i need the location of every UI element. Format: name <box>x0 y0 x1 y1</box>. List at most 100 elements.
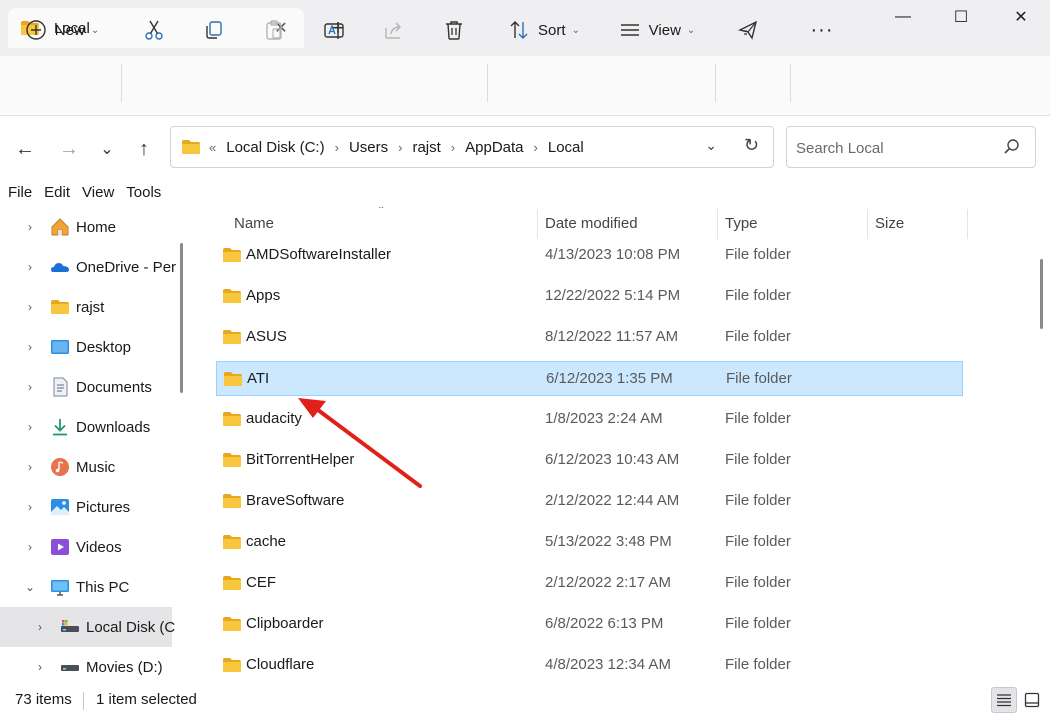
chevron-right-icon[interactable]: › <box>22 460 38 474</box>
sort-button[interactable]: Sort ⌄ <box>502 10 586 50</box>
column-divider[interactable] <box>867 209 868 239</box>
table-row[interactable]: ASUS 8/12/2022 11:57 AM File folder <box>216 320 963 355</box>
maximize-button[interactable]: ☐ <box>932 0 990 34</box>
details-view-button[interactable] <box>991 687 1017 713</box>
filter-button[interactable] <box>732 10 764 50</box>
crumb-local[interactable]: Local <box>548 139 584 156</box>
table-row[interactable]: cache 5/13/2022 3:48 PM File folder <box>216 525 963 560</box>
chevron-right-icon[interactable]: › <box>22 220 38 234</box>
menu-view[interactable]: View <box>82 184 114 206</box>
crumb-separator-icon[interactable]: › <box>335 140 339 155</box>
tiles-view-button[interactable] <box>1019 687 1045 713</box>
recent-locations-button[interactable]: ⌄ <box>92 134 122 164</box>
crumb-local-disk[interactable]: Local Disk (C:) <box>226 139 324 156</box>
menu-file[interactable]: File <box>8 184 32 206</box>
table-row[interactable]: Cloudflare 4/8/2023 12:34 AM File folder <box>216 648 963 683</box>
file-type: File folder <box>725 656 791 673</box>
column-divider[interactable] <box>967 209 968 239</box>
sidebar-item-rajst[interactable]: › rajst <box>0 287 172 327</box>
crumb-separator-icon[interactable]: › <box>398 140 402 155</box>
file-date: 6/12/2023 10:43 AM <box>545 451 680 468</box>
address-dropdown-icon[interactable]: ⌄ <box>705 137 717 154</box>
copy-button[interactable] <box>198 10 230 50</box>
column-header-type[interactable]: Type <box>725 207 865 239</box>
chevron-right-icon[interactable]: › <box>32 620 48 634</box>
new-button[interactable]: New ⌄ <box>18 10 106 50</box>
sidebar-item-desktop[interactable]: › Desktop <box>0 327 172 367</box>
up-button[interactable]: ↑ <box>129 134 159 164</box>
table-row[interactable]: audacity 1/8/2023 2:24 AM File folder <box>216 402 963 437</box>
sidebar-item-label: Desktop <box>76 338 132 356</box>
view-button[interactable]: View ⌄ <box>614 10 700 50</box>
sidebar-item-movies[interactable]: › Movies (D:) <box>0 647 172 684</box>
sidebar-item-music[interactable]: › Music <box>0 447 172 487</box>
search-input[interactable] <box>796 137 996 159</box>
menu-edit[interactable]: Edit <box>44 184 70 206</box>
file-list-scrollbar[interactable] <box>1040 259 1043 329</box>
delete-button[interactable] <box>438 10 470 50</box>
videos-icon <box>51 539 69 555</box>
sidebar-item-home[interactable]: › Home <box>0 207 172 247</box>
table-row[interactable]: Clipboarder 6/8/2022 6:13 PM File folder <box>216 607 963 642</box>
chevron-right-icon[interactable]: › <box>32 660 48 674</box>
chevron-right-icon[interactable]: › <box>22 420 38 434</box>
chevron-right-icon[interactable]: › <box>22 340 38 354</box>
toolbar-divider <box>487 64 488 102</box>
sidebar-item-this-pc[interactable]: ⌄ This PC <box>0 567 172 607</box>
sidebar-item-documents[interactable]: › Documents <box>0 367 172 407</box>
crumb-separator-icon[interactable]: › <box>451 140 455 155</box>
chevron-right-icon[interactable]: › <box>22 500 38 514</box>
column-header-name[interactable]: Name ⌃ <box>234 207 534 239</box>
drive-icon <box>61 665 79 671</box>
crumb-appdata[interactable]: AppData <box>465 139 523 156</box>
folder-icon <box>223 371 243 391</box>
chevron-right-icon[interactable]: › <box>22 540 38 554</box>
chevron-right-icon[interactable]: › <box>22 300 38 314</box>
sidebar-item-downloads[interactable]: › Downloads <box>0 407 172 447</box>
file-type: File folder <box>725 533 791 550</box>
file-name: BitTorrentHelper <box>246 451 355 468</box>
forward-button[interactable]: → <box>54 134 84 164</box>
table-row-selected[interactable]: ATI 6/12/2023 1:35 PM File folder <box>216 361 963 396</box>
sidebar-item-pictures[interactable]: › Pictures <box>0 487 172 527</box>
overflow-crumb[interactable]: « <box>209 140 216 155</box>
back-button[interactable]: ← <box>10 134 40 164</box>
table-row[interactable]: BraveSoftware 2/12/2022 12:44 AM File fold… <box>216 484 963 519</box>
chevron-down-icon[interactable]: ⌄ <box>22 580 38 594</box>
close-window-button[interactable]: ✕ <box>992 0 1050 34</box>
column-divider[interactable] <box>717 209 718 239</box>
column-header-date[interactable]: Date modified <box>545 207 715 239</box>
file-date: 4/13/2023 10:08 PM <box>545 246 681 263</box>
rename-button[interactable] <box>318 10 350 50</box>
pc-icon <box>51 580 69 596</box>
table-row[interactable]: CEF 2/12/2022 2:17 AM File folder <box>216 566 963 601</box>
delete-icon <box>446 21 462 40</box>
table-row[interactable]: Apps 12/22/2022 5:14 PM File folder <box>216 279 963 314</box>
table-row[interactable]: AMDSoftwareInstaller 4/13/2023 10:08 PM Fi… <box>216 238 963 273</box>
refresh-icon[interactable]: ↻ <box>744 135 759 156</box>
sidebar-item-videos[interactable]: › Videos <box>0 527 172 567</box>
chevron-right-icon[interactable]: › <box>22 260 38 274</box>
search-icon[interactable] <box>1003 138 1021 156</box>
crumb-rajst[interactable]: rajst <box>412 139 440 156</box>
selection-count: 1 item selected <box>96 691 197 708</box>
more-options-button[interactable]: ··· <box>806 10 838 50</box>
sidebar-item-local-disk[interactable]: › Local Disk (C <box>0 607 175 647</box>
sidebar-item-onedrive[interactable]: › OneDrive - Per <box>0 247 176 287</box>
column-header-size[interactable]: Size <box>875 207 965 239</box>
chevron-right-icon[interactable]: › <box>22 380 38 394</box>
search-box[interactable] <box>786 126 1036 168</box>
cut-button[interactable] <box>138 10 170 50</box>
sidebar-item-label: OneDrive - Per <box>76 258 177 276</box>
paste-button[interactable] <box>258 10 290 50</box>
crumb-users[interactable]: Users <box>349 139 388 156</box>
paste-icon <box>266 20 282 40</box>
share-button[interactable] <box>378 10 410 50</box>
minimize-button[interactable]: — <box>874 0 932 34</box>
crumb-separator-icon[interactable]: › <box>534 140 538 155</box>
sidebar-scrollbar[interactable] <box>180 243 183 393</box>
column-divider[interactable] <box>537 209 538 239</box>
table-row[interactable]: BitTorrentHelper 6/12/2023 10:43 AM File f… <box>216 443 963 478</box>
menu-tools[interactable]: Tools <box>126 184 161 206</box>
address-bar[interactable]: « Local Disk (C:) › Users › rajst › AppD… <box>170 126 774 168</box>
